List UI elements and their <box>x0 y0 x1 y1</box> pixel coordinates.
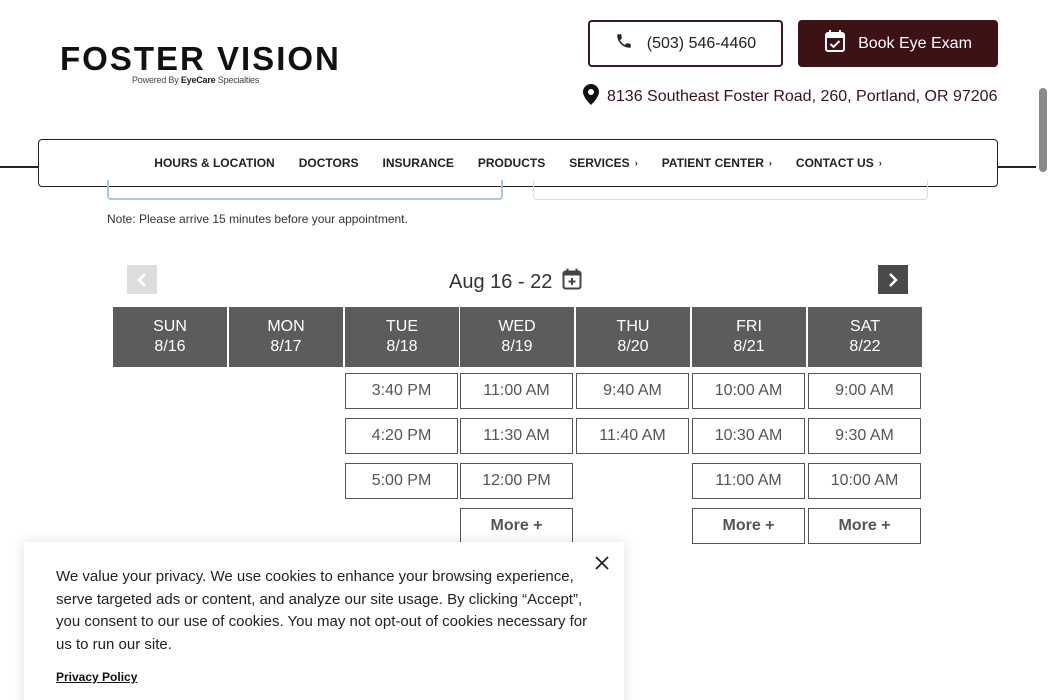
nav-label: PRODUCTS <box>477 156 546 170</box>
day-header-mon: MON 8/17 <box>229 307 343 367</box>
more-times-button[interactable]: More + <box>692 508 805 544</box>
logo-powered-prefix: Powered By <box>132 75 179 85</box>
time-slot-button[interactable]: 11:00 AM <box>460 373 573 409</box>
logo-powered-by: Powered By EyeCare Specialties <box>132 75 259 85</box>
arrival-note: Note: Please arrive 15 minutes before yo… <box>107 212 408 226</box>
nav-products[interactable]: PRODUCTS <box>466 156 557 170</box>
time-slot-button[interactable]: 9:40 AM <box>576 373 689 409</box>
time-slot-button[interactable]: 11:00 AM <box>692 463 805 499</box>
chevron-left-icon <box>137 272 146 287</box>
nav-insurance[interactable]: INSURANCE <box>371 156 466 170</box>
map-pin-icon <box>583 84 599 110</box>
nav-patient-center[interactable]: PATIENT CENTER › <box>650 156 784 170</box>
nav-doctors[interactable]: DOCTORS <box>287 156 371 170</box>
chevron-right-icon: › <box>634 158 638 168</box>
more-times-button[interactable]: More + <box>460 508 573 544</box>
nav-divider-right <box>996 166 1036 168</box>
day-date: 8/17 <box>270 338 302 355</box>
time-slot-button[interactable]: 9:30 AM <box>808 418 921 454</box>
time-slot-button[interactable]: 9:00 AM <box>808 373 921 409</box>
day-header-sun: SUN 8/16 <box>113 307 227 367</box>
day-of-week: SAT <box>850 318 880 335</box>
day-date: 8/20 <box>617 338 649 355</box>
nav-label: PATIENT CENTER <box>661 156 764 170</box>
nav-divider-left <box>0 166 40 168</box>
nav-label: DOCTORS <box>298 156 359 170</box>
phone-button[interactable]: (503) 546-4460 <box>588 20 783 67</box>
day-header-wed: WED 8/19 <box>460 307 574 367</box>
day-header-sat: SAT 8/22 <box>808 307 922 367</box>
day-date: 8/16 <box>154 338 186 355</box>
chevron-right-icon: › <box>768 158 772 168</box>
address-link[interactable]: 8136 Southeast Foster Road, 260, Portlan… <box>583 84 997 110</box>
day-of-week: FRI <box>736 318 762 335</box>
privacy-policy-link[interactable]: Privacy Policy <box>56 670 137 684</box>
chevron-right-icon: › <box>878 158 882 168</box>
form-field-focused[interactable] <box>107 180 503 200</box>
day-of-week: WED <box>498 318 536 335</box>
time-slot-button[interactable]: 4:20 PM <box>345 418 458 454</box>
day-date: 8/22 <box>849 338 881 355</box>
day-of-week: SUN <box>153 318 187 335</box>
phone-icon <box>615 32 633 55</box>
foster-vision-logo[interactable]: FOSTER VISION Powered By EyeCare Special… <box>60 40 341 90</box>
day-of-week: MON <box>267 318 305 335</box>
time-slot-button[interactable]: 10:00 AM <box>808 463 921 499</box>
nav-label: CONTACT US <box>795 156 874 170</box>
previous-week-button[interactable] <box>127 265 157 294</box>
book-eye-exam-label: Book Eye Exam <box>858 34 972 52</box>
nav-hours-location[interactable]: HOURS & LOCATION <box>142 156 286 170</box>
time-slot-button[interactable]: 12:00 PM <box>460 463 573 499</box>
week-range: Aug 16 - 22 <box>449 268 582 296</box>
cookie-banner: We value your privacy. We use cookies to… <box>24 542 624 700</box>
book-eye-exam-button[interactable]: Book Eye Exam <box>798 20 998 67</box>
more-times-button[interactable]: More + <box>808 508 921 544</box>
day-of-week: TUE <box>386 318 418 335</box>
time-slot-button[interactable]: 10:00 AM <box>692 373 805 409</box>
day-date: 8/18 <box>386 338 418 355</box>
nav-label: HOURS & LOCATION <box>154 156 275 170</box>
week-range-text: Aug 16 - 22 <box>449 270 553 293</box>
time-slot-button[interactable]: 5:00 PM <box>345 463 458 499</box>
time-slot-button[interactable]: 11:40 AM <box>576 418 689 454</box>
day-date: 8/19 <box>501 338 533 355</box>
nav-label: INSURANCE <box>382 156 454 170</box>
day-header-fri: FRI 8/21 <box>692 307 806 367</box>
scrollbar-thumb[interactable] <box>1039 88 1047 172</box>
chevron-right-icon <box>889 272 898 287</box>
day-header-thu: THU 8/20 <box>576 307 690 367</box>
time-slot-button[interactable]: 3:40 PM <box>345 373 458 409</box>
day-header-tue: TUE 8/18 <box>345 307 459 367</box>
day-date: 8/21 <box>733 338 765 355</box>
logo-powered-brand: EyeCare <box>180 75 216 85</box>
form-field[interactable] <box>533 180 928 200</box>
nav-services[interactable]: SERVICES › <box>557 156 649 170</box>
calendar-check-icon <box>824 29 846 58</box>
logo-wordmark: FOSTER VISION <box>60 40 341 77</box>
day-of-week: THU <box>616 318 650 335</box>
address-text: 8136 Southeast Foster Road, 260, Portlan… <box>607 88 998 105</box>
logo-powered-suffix: Specialties <box>217 75 260 85</box>
time-slot-button[interactable]: 11:30 AM <box>460 418 573 454</box>
nav-label: SERVICES <box>569 156 630 170</box>
calendar-plus-icon[interactable] <box>562 268 582 296</box>
next-week-button[interactable] <box>878 265 908 294</box>
nav-contact-us[interactable]: CONTACT US › <box>784 156 894 170</box>
time-slot-button[interactable]: 10:30 AM <box>692 418 805 454</box>
phone-number: (503) 546-4460 <box>646 34 757 52</box>
cookie-message: We value your privacy. We use cookies to… <box>56 568 588 653</box>
